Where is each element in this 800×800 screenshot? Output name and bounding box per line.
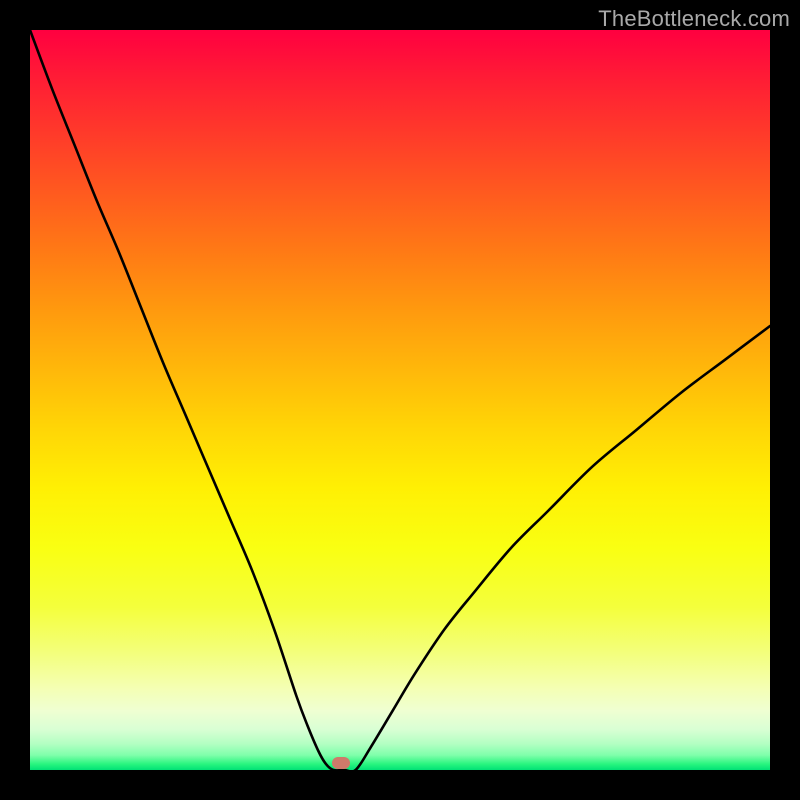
chart-frame: TheBottleneck.com — [0, 0, 800, 800]
bottleneck-curve — [30, 30, 770, 772]
watermark-text: TheBottleneck.com — [598, 6, 790, 32]
curve-svg — [30, 30, 770, 770]
minimum-marker — [332, 757, 350, 769]
plot-area — [30, 30, 770, 770]
